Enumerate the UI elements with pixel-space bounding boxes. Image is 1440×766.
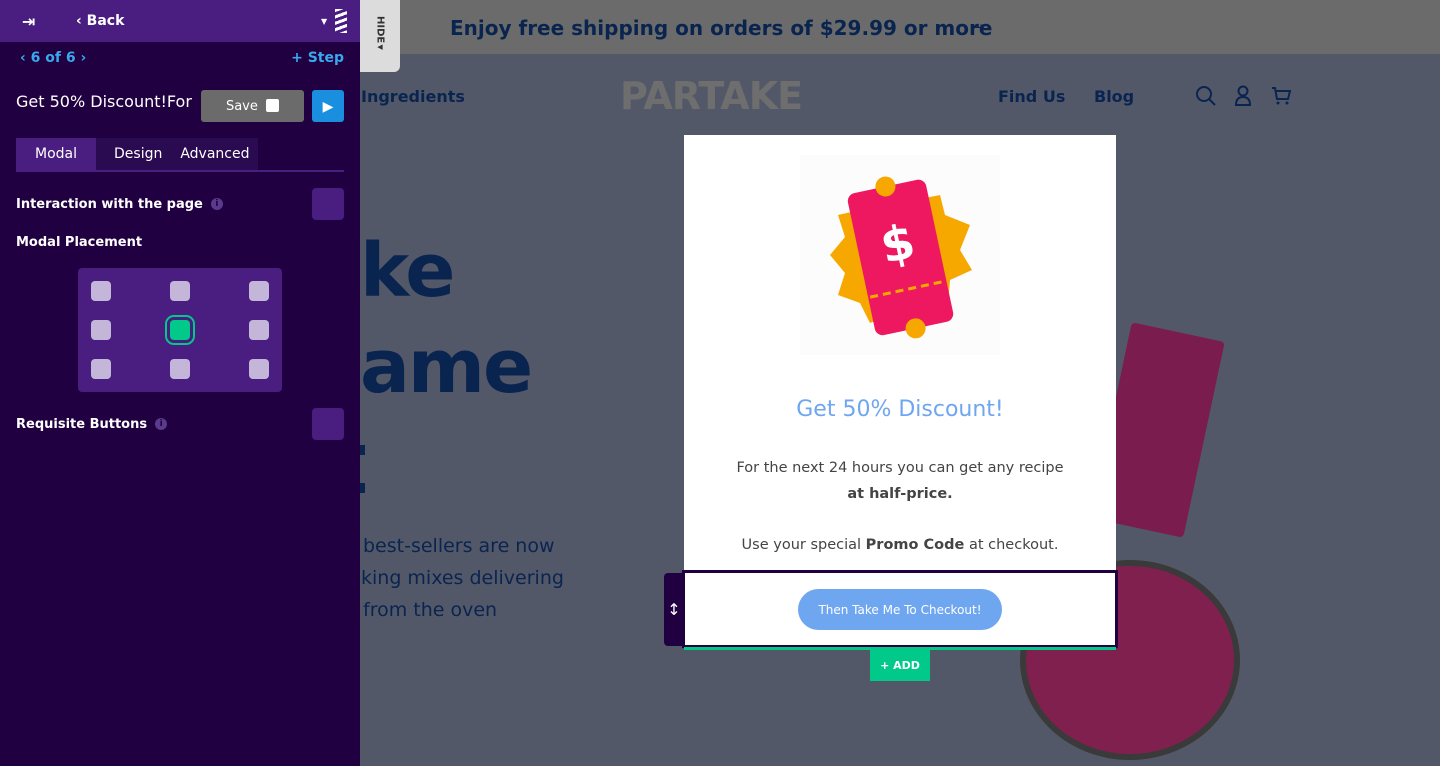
floppy-disk-icon: [266, 98, 280, 112]
nav-find-us[interactable]: Find Us: [998, 87, 1065, 106]
modal-heading: Get 50% Discount!: [796, 397, 1004, 422]
modal-line: at half-price.: [847, 486, 953, 502]
placement-label: Modal Placement: [16, 235, 143, 250]
requisite-label: Requisite Buttons i: [16, 417, 168, 432]
promo-modal: $ Get 50% Discount! For the next 24 hour…: [684, 135, 1116, 570]
hero-line-2: ame: [360, 324, 533, 410]
nav-blog[interactable]: Blog: [1094, 87, 1134, 106]
logo[interactable]: PARTAKE: [620, 74, 803, 118]
add-step-button[interactable]: + Step: [291, 50, 344, 66]
checkout-button[interactable]: Then Take Me To Checkout!: [798, 589, 1002, 630]
placement-middle-left[interactable]: [91, 320, 111, 340]
modal-line: Use your special Promo Code at checkout.: [741, 537, 1059, 553]
hide-label: HIDE: [374, 16, 386, 44]
nav-ingredients[interactable]: Ingredients: [361, 87, 465, 106]
placement-center[interactable]: [165, 315, 195, 345]
shipping-banner[interactable]: Enjoy free shipping on orders of $29.99 …: [400, 0, 1440, 54]
banner-text: Enjoy free shipping on orders of $29.99 …: [450, 16, 993, 40]
add-block-button[interactable]: + ADD: [870, 650, 930, 681]
modal-body: For the next 24 hours you can get any re…: [684, 455, 1116, 558]
cart-icon[interactable]: [1271, 85, 1291, 107]
arrow-right-icon: →: [972, 18, 985, 36]
search-icon[interactable]: [1195, 85, 1217, 107]
placement-bottom-left[interactable]: [91, 359, 111, 379]
hero-subtitle: best-sellers are now king mixes deliveri…: [361, 530, 564, 626]
hero-sub-line: king mixes delivering: [361, 567, 564, 589]
brand-logo-icon: [335, 9, 347, 33]
tab-modal[interactable]: Modal: [16, 138, 96, 170]
dropdown-caret-icon[interactable]: ▼: [321, 17, 327, 26]
collapse-icon[interactable]: ⇥: [22, 12, 35, 31]
tab-design[interactable]: Design: [96, 138, 181, 170]
placement-middle-right[interactable]: [249, 320, 269, 340]
interaction-label: Interaction with the page i: [16, 197, 223, 212]
placement-grid: [78, 268, 282, 392]
placement-bottom-right[interactable]: [249, 359, 269, 379]
interaction-toggle[interactable]: [312, 188, 344, 220]
save-button[interactable]: Save: [201, 90, 304, 122]
hero-sub-line: best-sellers are now: [363, 535, 555, 557]
button-block[interactable]: Then Take Me To Checkout!: [682, 570, 1118, 648]
preview-play-button[interactable]: ▶: [312, 90, 344, 122]
info-icon[interactable]: i: [210, 198, 223, 210]
editor-panel: ⇥ ‹ Back ▼ ‹ 6 of 6 › + Step Get 50% Dis…: [0, 0, 360, 766]
info-icon[interactable]: i: [155, 418, 168, 430]
coupon-image: $: [800, 155, 1000, 355]
back-button[interactable]: ‹ Back: [76, 13, 124, 29]
placement-top-right[interactable]: [249, 281, 269, 301]
hero-line-1: ke: [360, 228, 454, 314]
hide-panel-button[interactable]: HIDE ◀: [360, 0, 400, 72]
placement-top-left[interactable]: [91, 281, 111, 301]
tab-advanced[interactable]: Advanced: [180, 138, 258, 170]
coupon-icon: $: [830, 176, 972, 339]
placement-bottom-center[interactable]: [170, 359, 190, 379]
campaign-title[interactable]: Get 50% Discount!For: [16, 92, 192, 111]
caret-left-icon: ◀: [377, 43, 383, 52]
top-bar: ⇥ ‹ Back ▼: [0, 0, 360, 42]
resize-handle[interactable]: ↕: [664, 573, 684, 646]
hero-sub-line: from the oven: [363, 599, 498, 621]
placement-top-center[interactable]: [170, 281, 190, 301]
account-icon[interactable]: [1234, 85, 1252, 107]
requisite-toggle[interactable]: [312, 408, 344, 440]
tab-bar: Modal Design Advanced: [16, 138, 344, 172]
step-navigator[interactable]: ‹ 6 of 6 ›: [20, 50, 86, 66]
modal-line: For the next 24 hours you can get any re…: [736, 460, 1064, 476]
